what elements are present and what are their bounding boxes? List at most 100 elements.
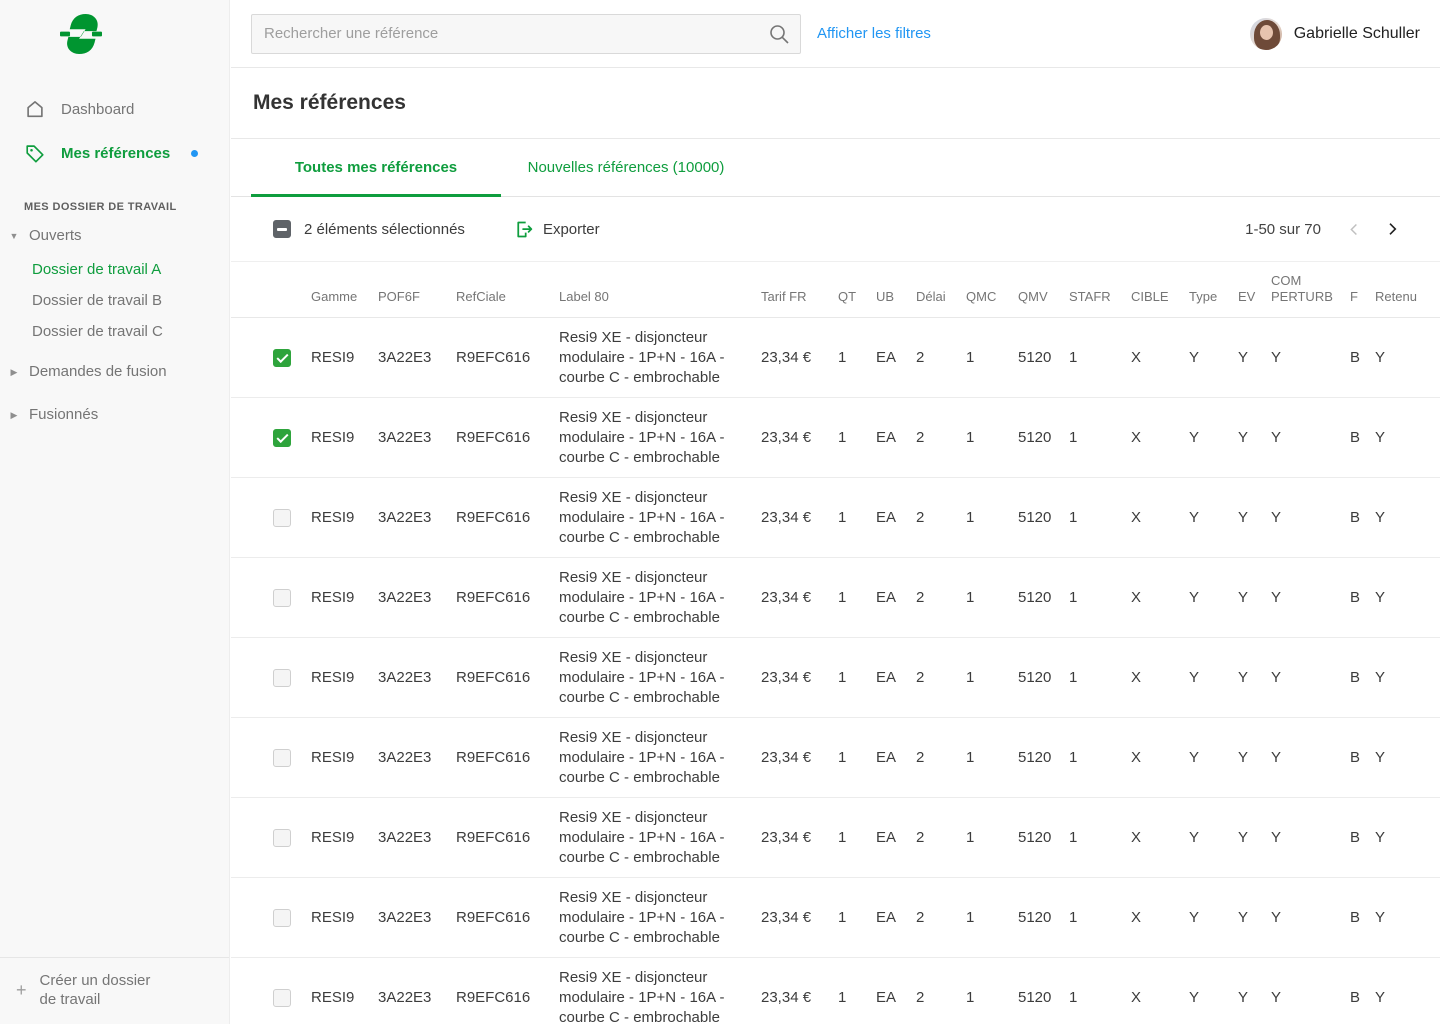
cell-delai: 2 — [916, 509, 966, 526]
cell-cible: X — [1131, 349, 1189, 366]
cell-qt: 1 — [838, 829, 876, 846]
tree-group-label: Ouverts — [29, 227, 82, 244]
cell-stafr: 1 — [1069, 349, 1131, 366]
column-header-qmc: QMC — [966, 289, 1018, 305]
row-checkbox[interactable] — [273, 669, 291, 687]
column-header-ev: EV — [1238, 289, 1271, 305]
tab-toutes-mes-references[interactable]: Toutes mes références — [251, 139, 501, 196]
notification-dot — [191, 150, 198, 157]
cell-f: B — [1350, 509, 1375, 526]
cell-gamme: RESI9 — [311, 509, 378, 526]
main-content: Afficher les filtres Gabrielle Schuller … — [231, 0, 1440, 1024]
tree-group-ouverts[interactable]: Ouverts — [0, 217, 229, 254]
cell-gamme: RESI9 — [311, 829, 378, 846]
cell-qt: 1 — [838, 509, 876, 526]
table-row: RESI9 3A22E3 R9EFC616 Resi9 XE - disjonc… — [231, 638, 1440, 718]
cell-ub: EA — [876, 749, 916, 766]
cell-retenu: Y — [1375, 509, 1435, 526]
cell-stafr: 1 — [1069, 829, 1131, 846]
cell-com-perturb: Y — [1271, 989, 1350, 1006]
cell-refciale: R9EFC616 — [456, 749, 559, 766]
folder-item[interactable]: Dossier de travail A — [0, 254, 229, 285]
cell-qmv: 5120 — [1018, 429, 1069, 446]
sidebar-item-dashboard[interactable]: Dashboard — [0, 87, 229, 131]
cell-stafr: 1 — [1069, 989, 1131, 1006]
cell-ub: EA — [876, 509, 916, 526]
row-checkbox[interactable] — [273, 989, 291, 1007]
cell-qt: 1 — [838, 429, 876, 446]
cell-qmc: 1 — [966, 349, 1018, 366]
row-checkbox[interactable] — [273, 909, 291, 927]
show-filters-link[interactable]: Afficher les filtres — [817, 25, 931, 42]
row-checkbox[interactable] — [273, 429, 291, 447]
cell-retenu: Y — [1375, 749, 1435, 766]
cell-qt: 1 — [838, 749, 876, 766]
column-header-f: F — [1350, 289, 1375, 305]
cell-qmv: 5120 — [1018, 749, 1069, 766]
cell-qmv: 5120 — [1018, 509, 1069, 526]
cell-retenu: Y — [1375, 589, 1435, 606]
cell-gamme: RESI9 — [311, 589, 378, 606]
cell-pof6f: 3A22E3 — [378, 429, 456, 446]
cell-f: B — [1350, 589, 1375, 606]
cell-delai: 2 — [916, 749, 966, 766]
cell-qmv: 5120 — [1018, 669, 1069, 686]
pagination-next-button[interactable] — [1382, 219, 1402, 239]
cell-tarif-fr: 23,34 € — [761, 909, 838, 926]
page-header: Mes références — [231, 68, 1440, 139]
folder-item[interactable]: Dossier de travail C — [0, 316, 229, 347]
cell-refciale: R9EFC616 — [456, 349, 559, 366]
pagination-range-label: 1-50 sur 70 — [1245, 221, 1321, 238]
pagination-prev-button[interactable] — [1345, 220, 1364, 239]
cell-com-perturb: Y — [1271, 349, 1350, 366]
pagination: 1-50 sur 70 — [1245, 219, 1402, 239]
row-checkbox[interactable] — [273, 589, 291, 607]
cell-qmv: 5120 — [1018, 349, 1069, 366]
cell-com-perturb: Y — [1271, 429, 1350, 446]
cell-cible: X — [1131, 589, 1189, 606]
cell-com-perturb: Y — [1271, 669, 1350, 686]
column-header-label-80: Label 80 — [559, 289, 761, 305]
tree-group-label: Fusionnés — [29, 406, 98, 423]
cell-type: Y — [1189, 829, 1238, 846]
create-workfolder-button[interactable]: Créer un dossier de travail — [0, 957, 229, 1024]
cell-type: Y — [1189, 909, 1238, 926]
user-menu[interactable]: Gabrielle Schuller — [1250, 18, 1420, 50]
cell-ub: EA — [876, 589, 916, 606]
export-button[interactable]: Exporter — [513, 219, 600, 240]
row-checkbox[interactable] — [273, 829, 291, 847]
cell-refciale: R9EFC616 — [456, 509, 559, 526]
row-checkbox[interactable] — [273, 749, 291, 767]
row-checkbox[interactable] — [273, 349, 291, 367]
cell-tarif-fr: 23,34 € — [761, 749, 838, 766]
create-workfolder-label: Créer un dossier de travail — [40, 971, 151, 1009]
search-input[interactable] — [251, 14, 801, 54]
cell-gamme: RESI9 — [311, 749, 378, 766]
sidebar-item-label: Dashboard — [61, 101, 134, 118]
cell-delai: 2 — [916, 909, 966, 926]
tree-group-demandes-de-fusion[interactable]: Demandes de fusion — [0, 353, 229, 390]
cell-delai: 2 — [916, 829, 966, 846]
cell-label80: Resi9 XE - disjoncteur modulaire - 1P+N … — [559, 808, 761, 868]
select-all-checkbox[interactable] — [273, 220, 291, 238]
cell-qmc: 1 — [966, 429, 1018, 446]
table-row: RESI9 3A22E3 R9EFC616 Resi9 XE - disjonc… — [231, 878, 1440, 958]
folder-item[interactable]: Dossier de travail B — [0, 285, 229, 316]
cell-pof6f: 3A22E3 — [378, 589, 456, 606]
cell-tarif-fr: 23,34 € — [761, 989, 838, 1006]
sidebar-item-my-references[interactable]: Mes références — [0, 131, 229, 175]
user-name: Gabrielle Schuller — [1294, 25, 1420, 43]
cell-stafr: 1 — [1069, 909, 1131, 926]
tree-group-fusionnes[interactable]: Fusionnés — [0, 396, 229, 433]
cell-qt: 1 — [838, 909, 876, 926]
cell-pof6f: 3A22E3 — [378, 989, 456, 1006]
column-header-com-perturb: COM PERTURB — [1271, 273, 1350, 305]
tab-nouvelles-references[interactable]: Nouvelles références (10000) — [501, 139, 751, 196]
cell-stafr: 1 — [1069, 669, 1131, 686]
cell-gamme: RESI9 — [311, 429, 378, 446]
cell-f: B — [1350, 829, 1375, 846]
row-checkbox[interactable] — [273, 509, 291, 527]
cell-tarif-fr: 23,34 € — [761, 829, 838, 846]
cell-label80: Resi9 XE - disjoncteur modulaire - 1P+N … — [559, 328, 761, 388]
cell-ub: EA — [876, 669, 916, 686]
